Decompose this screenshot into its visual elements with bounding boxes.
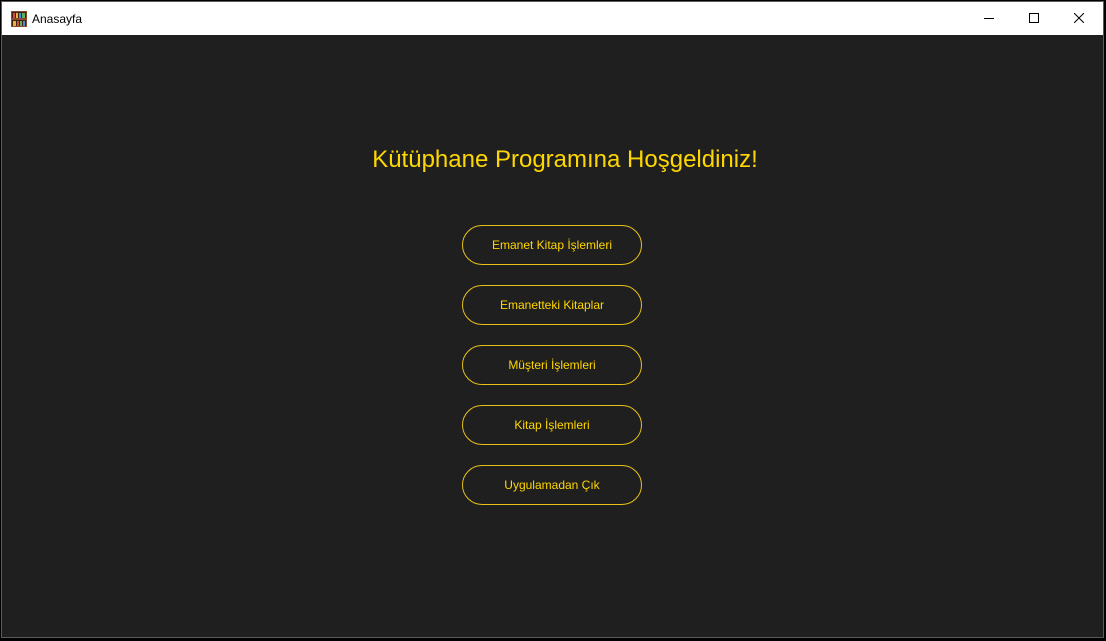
- title-bar[interactable]: Anasayfa: [2, 2, 1103, 35]
- maximize-icon: [1028, 10, 1039, 28]
- close-button[interactable]: [1056, 2, 1101, 35]
- customer-operations-button[interactable]: Müşteri İşlemleri: [462, 345, 642, 385]
- close-icon: [1073, 10, 1084, 28]
- exit-application-button[interactable]: Uygulamadan Çık: [462, 465, 642, 505]
- maximize-button[interactable]: [1011, 2, 1056, 35]
- loan-book-operations-button[interactable]: Emanet Kitap İşlemleri: [462, 225, 642, 265]
- minimize-button[interactable]: [966, 2, 1011, 35]
- book-operations-button[interactable]: Kitap İşlemleri: [462, 405, 642, 445]
- bookshelf-icon: [11, 11, 27, 27]
- app-window: Anasayfa Kütüphane Programına Hoşgeldini…: [1, 1, 1104, 638]
- welcome-heading: Kütüphane Programına Hoşgeldiniz!: [372, 146, 758, 173]
- window-title: Anasayfa: [32, 12, 83, 26]
- main-content: Kütüphane Programına Hoşgeldiniz! Emanet…: [2, 35, 1103, 637]
- minimize-icon: [983, 10, 994, 28]
- loaned-books-button[interactable]: Emanetteki Kitaplar: [462, 285, 642, 325]
